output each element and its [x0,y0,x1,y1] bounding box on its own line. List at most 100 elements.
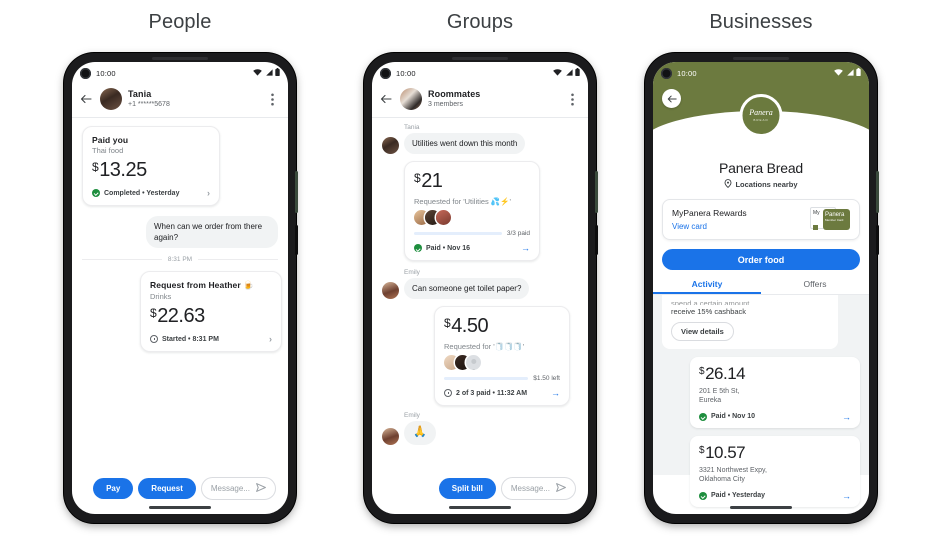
send-icon[interactable] [256,483,266,494]
amount-value: 21 [421,170,443,193]
group-avatar[interactable] [400,88,422,110]
arrow-right-icon[interactable]: → [842,412,851,422]
more-options-icon[interactable] [264,91,280,107]
signal-icon [846,68,854,78]
volume-button[interactable] [295,171,298,213]
group-request-card-1[interactable]: $21 Requested for 'Utilities 💦⚡' 3/3 pai… [404,161,540,262]
progress-track [444,377,529,381]
view-card-link[interactable]: View card [672,222,810,231]
battery-icon [856,68,861,78]
message-bubble-emoji[interactable]: 🙏 [404,421,436,445]
status-icons [253,68,280,78]
arrow-right-icon[interactable]: → [521,243,530,253]
currency-symbol: $ [699,366,705,377]
transaction-status-row: Paid • Nov 10 → [699,412,851,422]
request-card-status-row: Started • 8:31 PM › [150,334,272,344]
message-bubble[interactable]: Utilities went down this month [404,133,526,155]
money-request-card[interactable]: Request from Heather 🍺 Drinks $22.63 Sta… [140,271,282,353]
currency-symbol: $ [444,316,451,331]
chat-app-bar: Tania +1 ******5678 [72,84,288,118]
contact-info: Tania +1 ******5678 [128,89,170,108]
message-bubble[interactable]: Can someone get toilet paper? [404,278,530,300]
clock-icon [444,389,452,398]
status-bar: 10:00 [72,62,288,84]
section-title-businesses: Businesses [709,11,813,33]
pay-button[interactable]: Pay [93,478,134,499]
address-line-1: 3321 Northwest Expy, [699,466,767,474]
business-tabs: Activity Offers [653,279,869,295]
clock-icon [150,335,158,344]
emily-avatar[interactable] [382,427,399,445]
back-arrow-icon[interactable] [78,91,94,107]
request2-amount: $4.50 [444,315,560,338]
currency-symbol: $ [414,171,421,186]
arrow-right-icon[interactable]: → [842,491,851,501]
message-input[interactable]: Message... [200,477,276,500]
tab-offers[interactable]: Offers [761,279,869,294]
power-button[interactable] [295,225,298,255]
emily-avatar[interactable] [382,282,399,300]
tania-avatar[interactable] [382,137,399,155]
request1-amount: $21 [414,170,530,193]
beer-emoji-icon: 🍺 [243,280,254,291]
group-request-card-2[interactable]: $4.50 Requested for '🧻🧻🧻' $1.50 left 2 o… [434,306,570,407]
request1-status: Paid • Nov 16 [426,244,471,252]
arrow-right-icon[interactable]: → [551,388,560,398]
payment-received-card[interactable]: Paid you Thai food $13.25 Completed • Ye… [82,126,220,206]
composer-people: Pay Request Message... [72,477,288,500]
order-food-button[interactable]: Order food [662,249,860,270]
request-button[interactable]: Request [138,478,196,499]
back-arrow-icon[interactable] [378,91,394,107]
volume-button[interactable] [876,171,879,213]
logo-subtext: BREAD [753,118,769,122]
message-group: Emily 🙏 [404,412,436,445]
view-details-button[interactable]: View details [671,322,734,341]
message-input[interactable]: Message... [500,477,576,500]
tania-avatar[interactable] [100,88,122,110]
power-button[interactable] [595,225,598,255]
power-button[interactable] [876,225,879,255]
address-line-1: 201 E 5th St, [699,388,740,395]
transaction-amount: $10.57 [699,443,851,463]
split-bill-button[interactable]: Split bill [438,478,496,499]
message-sender: Emily [404,412,420,420]
rewards-card[interactable]: MyPanera Rewards View card My Panera Memb… [662,199,860,240]
chevron-right-icon[interactable]: › [207,188,210,198]
phone-groups: 10:00 Roommates 3 members Tania Utilitie… [364,53,598,523]
more-options-icon[interactable] [564,91,580,107]
logo-wordmark: Panera [749,108,773,117]
participant-avatar-pending [466,355,481,371]
transaction-card[interactable]: $10.57 3321 Northwest Expy, Oklahoma Cit… [690,435,860,507]
time-divider: 8:31 PM [82,256,278,263]
offer-line: receive 15% cashback [671,307,747,316]
incoming-message-row: Tania Utilities went down this month [382,124,578,155]
back-arrow-icon[interactable] [662,89,681,108]
group-app-bar: Roommates 3 members [372,84,588,118]
business-name: Panera Bread [719,160,803,176]
transaction-card[interactable]: $26.14 201 E 5th St, Eureka Paid • Nov 1… [690,357,860,428]
business-location-row[interactable]: Locations nearby [653,179,869,190]
request1-description: Requested for 'Utilities 💦⚡' [414,197,511,207]
transaction-status: Paid • Nov 10 [711,413,756,421]
map-pin-icon [724,179,732,190]
group-name: Roommates [428,89,481,100]
group-chat-body: Tania Utilities went down this month $21… [372,118,588,476]
offer-card[interactable]: spend a certain amount receive 15% cashb… [662,295,838,349]
currency-symbol: $ [92,160,99,174]
chevron-right-icon[interactable]: › [269,334,272,344]
request1-status-row: Paid • Nov 16 → [414,243,530,253]
payment-card-status-row: Completed • Yesterday › [92,188,210,198]
message-sender: Tania [404,124,420,131]
payment-card-status: Completed • Yesterday [104,189,180,197]
message-bubble[interactable]: When can we order from there again? [146,216,278,249]
incoming-message-row: Emily 🙏 [382,412,578,445]
volume-button[interactable] [595,171,598,213]
request2-status: 2 of 3 paid • 11:32 AM [456,389,528,397]
incoming-message-row: Emily Can someone get toilet paper? [382,269,578,300]
tab-activity[interactable]: Activity [653,279,761,294]
transaction-amount: $26.14 [699,364,851,384]
payment-card-title: Paid you [92,135,129,145]
send-icon[interactable] [556,483,566,494]
status-icons [834,68,861,78]
transaction-status: Paid • Yesterday [711,492,766,500]
